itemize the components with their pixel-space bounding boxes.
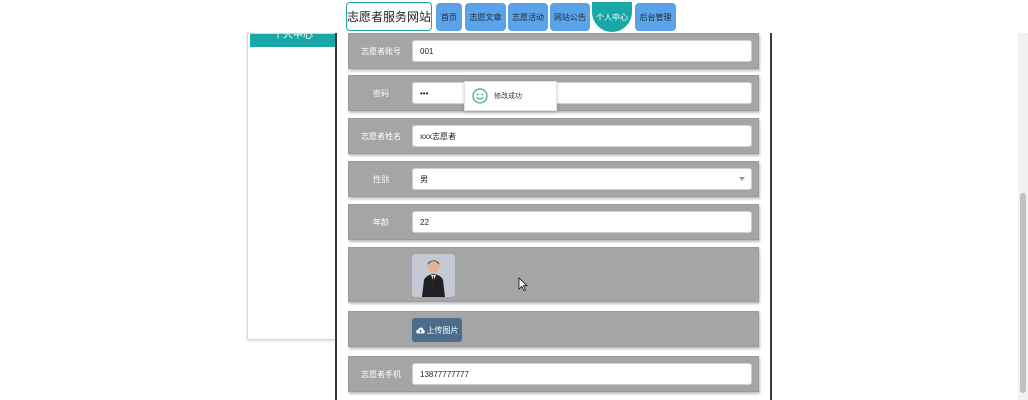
gender-label: 性别	[373, 174, 389, 184]
upload-row: 上传图片	[348, 311, 759, 347]
side-panel: 个人中心	[247, 33, 337, 340]
nav-articles[interactable]: 志愿文章	[465, 3, 506, 31]
smile-icon	[472, 88, 488, 104]
chevron-down-icon	[739, 177, 745, 181]
nav-home[interactable]: 首页	[436, 3, 462, 31]
upload-image-label: 上传图片	[426, 325, 459, 335]
scrollbar-thumb[interactable]	[1020, 193, 1026, 393]
gender-select[interactable]: 男	[412, 168, 752, 190]
avatar	[412, 254, 455, 297]
name-input[interactable]: xxx志愿者	[412, 125, 752, 147]
nav-announcements[interactable]: 网站公告	[550, 3, 590, 31]
cloud-upload-icon	[415, 327, 425, 333]
age-row: 年龄 22	[348, 204, 759, 240]
phone-label: 志愿者手机	[361, 369, 401, 379]
page-scrollbar[interactable]	[1018, 33, 1028, 400]
upload-image-button[interactable]: 上传图片	[412, 318, 462, 342]
password-label: 密码	[373, 88, 389, 98]
site-brand[interactable]: 志愿者服务网站	[346, 2, 432, 31]
gender-row: 性别 男	[348, 161, 759, 197]
name-row: 志愿者姓名 xxx志愿者	[348, 118, 759, 154]
success-toast: 修改成功	[464, 81, 557, 111]
nav-activities[interactable]: 志愿活动	[508, 3, 548, 31]
phone-input[interactable]: 13877777777	[412, 363, 752, 385]
top-navigation: 志愿者服务网站 首页 志愿文章 志愿活动 网站公告 个人中心 后台管理	[0, 0, 1028, 33]
nav-personal-center[interactable]: 个人中心	[592, 2, 632, 32]
mouse-cursor-icon	[518, 277, 528, 291]
nav-admin[interactable]: 后台管理	[635, 3, 676, 31]
person-photo-icon	[412, 254, 455, 297]
avatar-row	[348, 247, 759, 302]
name-label: 志愿者姓名	[361, 131, 401, 141]
gender-value: 男	[420, 174, 428, 184]
account-input[interactable]: 001	[412, 40, 752, 62]
account-label: 志愿者账号	[361, 46, 401, 56]
age-label: 年龄	[373, 217, 389, 227]
age-input[interactable]: 22	[412, 211, 752, 233]
password-input[interactable]: •••	[412, 82, 752, 104]
phone-row: 志愿者手机 13877777777	[348, 356, 759, 392]
account-row: 志愿者账号 001	[348, 33, 759, 69]
toast-message: 修改成功	[494, 93, 522, 100]
side-panel-title: 个人中心	[250, 34, 336, 47]
